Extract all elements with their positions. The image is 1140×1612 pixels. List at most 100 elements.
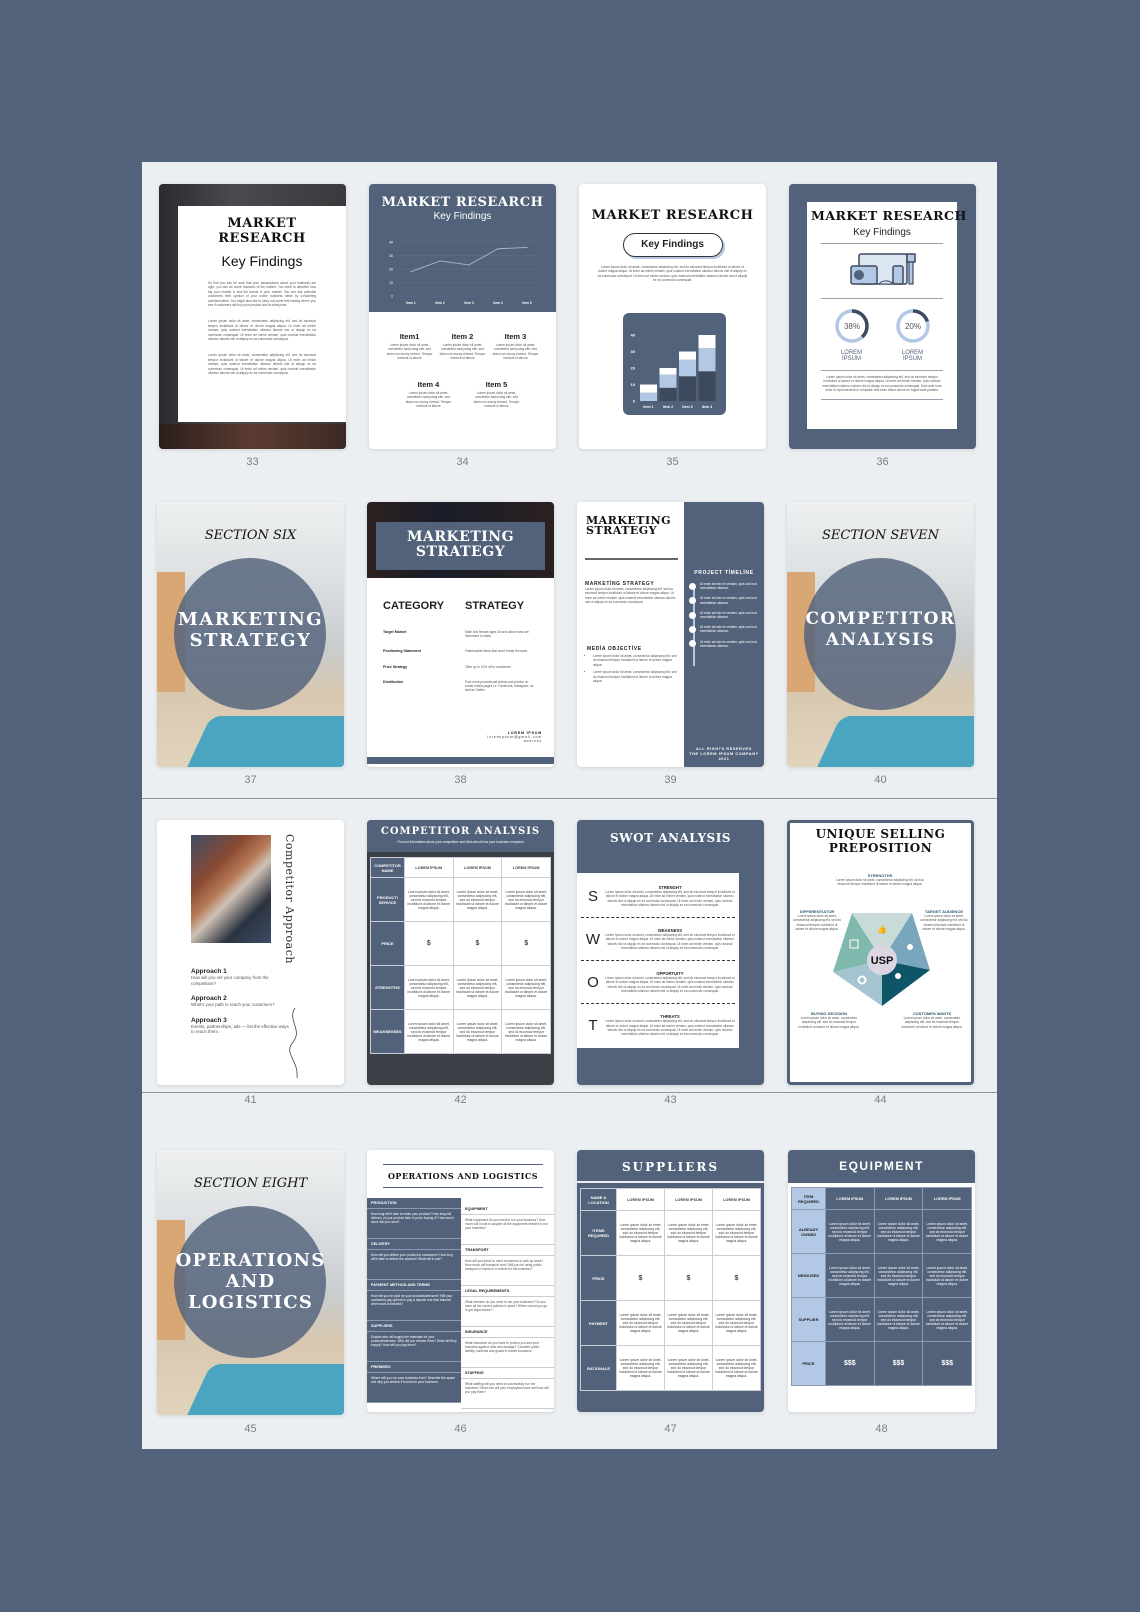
table-row: WEAKNESSES Lorem ipsum dolor sit amet, co… [370, 1009, 551, 1054]
strategy-table: Target Market Male and female ages 16 and… [383, 630, 543, 703]
bullet-item: Lorem ipsum dolor sit amet, consectetur … [593, 654, 677, 667]
swot-body: STRENGHT Lorem ipsum dolor sit amet, cons… [605, 885, 735, 908]
title-box: OPERATIONS AND LOGISTICS [383, 1164, 543, 1188]
usp-pentagon-diagram: USP 👍 [833, 913, 930, 1006]
bar-segment [640, 384, 657, 393]
floor-photo [159, 424, 346, 449]
table-cell: Lorem ipsum dolor sit amet, consectetur … [404, 1009, 454, 1054]
approach-text: What's your path to reach your customers… [191, 1002, 275, 1007]
page-thumbnail-42[interactable]: COMPETITOR ANALYSIS Find out information… [367, 820, 554, 1085]
suppliers-table: NAME & LOCATION LOREM IPSUM LOREM IPSUM LOR… [580, 1188, 761, 1391]
table-cell: Lorem ipsum dolor sit amet, consectetur … [922, 1253, 972, 1298]
page-thumbnail-40[interactable]: SECTION SEVEN COMPETITOR ANALYSIS [787, 502, 974, 767]
competitor-table: COMPETITOR NAME LOREM İPSUM LOREM İPSUM LOR… [370, 857, 551, 1054]
timeline-item: Ut enim ad min im veniam, quis nos trud … [689, 596, 761, 605]
paragraph: Lorem ipsum dolor sit amet, consectetur … [208, 353, 316, 376]
column-header: LOREM İPSUM [404, 857, 454, 878]
row-header: NAME & LOCATION [580, 1188, 617, 1211]
swot-row: S STRENGHT Lorem ipsum dolor sit amet, con… [581, 875, 735, 918]
usp-buying-decision: BUYING DECISION Lorem ipsum dolor sit am… [796, 1011, 862, 1029]
page-title: MARKETING STRATEGY [376, 522, 545, 570]
timeline-text: Ut enim ad min im veniam, quis nos trud … [700, 639, 757, 648]
ops-text: How will you travel to meet customers or… [461, 1256, 554, 1286]
y-tick-label: 30 [389, 254, 393, 258]
ops-text: What equipment do you need to run your b… [461, 1215, 554, 1245]
ops-text: How long will it take to make your produ… [367, 1209, 461, 1239]
ops-heading: LEGAL REQUIREMENTS [461, 1286, 554, 1297]
page-thumbnail-46[interactable]: OPERATIONS AND LOGISTICS PRODUCTION How l… [367, 1150, 554, 1412]
page-thumbnail-35[interactable]: MARKET RESEARCH Key Findings Lorem ipsum… [579, 184, 766, 449]
table-cell: Lorem ipsum dolor sit amet, consectetur … [616, 1300, 665, 1346]
approach-heading: Approach 1 [191, 968, 227, 975]
page-subtitle: Key Findings [433, 211, 492, 222]
row-header: RATIONALE [580, 1345, 617, 1391]
content-card: MARKET RESEARCH Key Findings 38% LOREM İ… [807, 202, 966, 429]
media-objective-block: MEDİA OBJECTİVE Lorem ipsum dolor sit am… [587, 646, 677, 686]
approach-heading: Approach 2 [191, 995, 227, 1002]
timeline-text: Ut enim ad min im veniam, quis nos trud … [700, 582, 757, 591]
page-thumbnail-33[interactable]: MARKET RESEARCH Key Findings So that you… [159, 184, 346, 449]
table-row: PRICE $ $ $ [370, 921, 551, 966]
page-thumbnail-36[interactable]: MARKET RESEARCH Key Findings 38% LOREM İ… [789, 184, 976, 449]
table-cell: Lorem ipsum dolor sit amet, consectetur … [825, 1253, 875, 1298]
strategy-row: Target Market Male and female ages 16 and… [383, 630, 543, 639]
approach-item: Approach 2 What's your path to reach your… [191, 995, 291, 1008]
page-number: 33 [246, 456, 259, 468]
person-icon [895, 973, 901, 979]
swot-text: Lorem ipsum dolor sit amet, consectetur … [605, 975, 735, 993]
page-thumbnail-37[interactable]: SECTION SIX MARKETING STRATEGY [157, 502, 344, 767]
sofa-photo [183, 716, 344, 767]
timeline-column: PROJECT TİMELİNE Ut enim ad min im venia… [684, 502, 764, 767]
row-header: PRICE [791, 1341, 826, 1386]
timeline-item: Ut enim ad min im veniam, quis nos trud … [689, 611, 761, 619]
contact-block: LOREM İPSUM loremipsum@gmail.com address [487, 731, 542, 743]
ops-text: What licenses do you need to run your bu… [461, 1297, 554, 1327]
page-thumbnail-45[interactable]: SECTION EIGHT OPERATIONS AND LOGISTICS [157, 1150, 344, 1415]
page-thumbnail-39[interactable]: MARKETING STRATEGY MARKETİNG STRATEGY Lo… [577, 502, 764, 767]
page-thumbnail-41[interactable]: Competitor Approach Approach 1 How will y… [157, 820, 344, 1085]
bar-segment [659, 368, 677, 375]
title-line: OPERATIONS [175, 1250, 326, 1271]
timeline-dot-icon [689, 597, 696, 605]
row-key: Distribution [383, 679, 404, 684]
title-line: STRATEGY [586, 524, 658, 537]
timeline-item: Ut enim ad min im veniam, quis nos trud … [689, 640, 761, 648]
timeline-dot-icon [689, 582, 696, 590]
row-key: Price Strategy [383, 665, 408, 670]
section-heading: MEDİA OBJECTİVE [587, 646, 642, 652]
page-thumbnail-48[interactable]: EQUIPMENT ITEM REQUIRED LOREM IPSUM LOREM … [788, 1150, 975, 1412]
content-card: MARKET RESEARCH Key Findings So that you… [178, 206, 346, 422]
approach-text: Events, partnerships, ads — list the eff… [191, 1023, 289, 1035]
timeline-text: Ut enim ad min im veniam, quis nos trud … [700, 596, 757, 605]
row-header: COMPETITOR NAME [370, 857, 405, 878]
table-cell: Lorem ipsum dolor sit amet, consectetur … [616, 1210, 665, 1256]
row-key: Target Market [383, 630, 407, 634]
page-thumbnail-38[interactable]: MARKETING STRATEGY CATEGORY STRATEGY Tar… [367, 502, 554, 767]
item-label: Item 4 [417, 380, 440, 389]
page-thumbnail-44[interactable]: UNIQUE SELLING PREPOSITION STRENGTHS Lor… [787, 820, 974, 1085]
items-row-1: Item1 Lorem ipsum dolor sit amet, consete… [369, 332, 556, 361]
table-cell: $ [452, 921, 503, 966]
table-cell: Lorem ipsum dolor sit amet, consectetur … [873, 1297, 924, 1342]
page-thumbnail-34[interactable]: MARKET RESEARCH Key Findings 0 10 20 30 40 It… [369, 184, 556, 449]
body-text: Lorem ipsum dolor sit amet, consectetur … [597, 265, 748, 283]
page-thumbnail-43[interactable]: SWOT ANALYSIS S STRENGHT Lorem ipsum dolor… [577, 820, 764, 1085]
table-row: RATIONALE Lorem ipsum dolor sit amet, con… [580, 1345, 761, 1391]
table-cell: Lorem ipsum dolor sit amet, consectetur … [825, 1297, 875, 1342]
progress-ring: 38% [834, 309, 869, 343]
page-number: 45 [244, 1423, 257, 1435]
table-cell: Lorem ipsum dolor sit amet, consectetur … [712, 1345, 761, 1391]
ops-heading: STAFFING [461, 1368, 554, 1379]
row-value: Fashionable items that won't break the b… [465, 648, 528, 653]
bar-segment [679, 351, 696, 360]
stat-caption: LOREM İPSUM [840, 350, 863, 362]
table-cell: $ [712, 1255, 761, 1301]
marketing-strategy-block: MARKETİNG STRATEGY Lorem ipsum dolor sit… [585, 581, 677, 605]
row-header: ALREADY OWNED [791, 1209, 826, 1254]
table-cell: Lorem ipsum dolor sit amet, consectetur … [452, 965, 503, 1010]
page-number: 48 [875, 1423, 888, 1435]
header-band: COMPETITOR ANALYSIS Find out information… [367, 820, 554, 852]
data-point [526, 246, 528, 248]
page-thumbnail-47[interactable]: SUPPLIERS NAME & LOCATION LOREM IPSUM LORE… [577, 1150, 764, 1412]
item-block: Item 4 Lorem ipsum dolor sit amet, conset… [405, 380, 453, 409]
